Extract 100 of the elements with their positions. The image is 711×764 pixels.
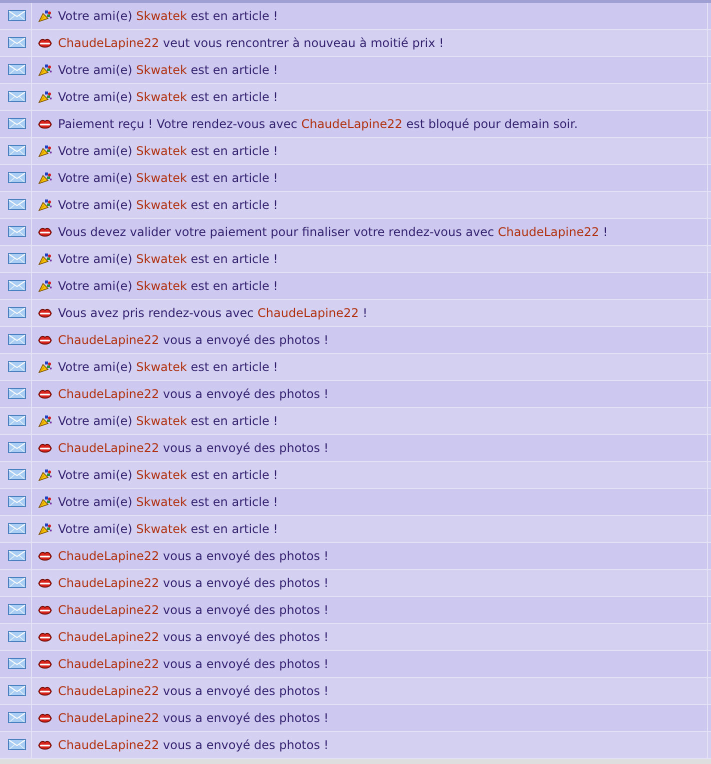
username-link[interactable]: ChaudeLapine22 <box>58 576 160 590</box>
envelope-icon <box>8 280 26 290</box>
envelope-icon <box>8 36 26 48</box>
envelope-icon <box>8 604 26 614</box>
lips-icon <box>38 334 52 346</box>
envelope-icon <box>8 118 26 128</box>
username-link[interactable]: Skwatek <box>136 90 187 104</box>
envelope-icon <box>8 252 26 264</box>
party-popper-icon <box>38 415 52 427</box>
notification-text: ChaudeLapine22 veut vous rencontrer à nouveau à moitié prix ! <box>58 36 444 50</box>
username-link[interactable]: ChaudeLapine22 <box>58 333 160 347</box>
notification-text: Votre ami(e) Skwatek est en article ! <box>58 468 278 482</box>
notification-text: Votre ami(e) Skwatek est en article ! <box>58 279 278 293</box>
username-link[interactable]: ChaudeLapine22 <box>58 711 160 725</box>
notification-text: Votre ami(e) Skwatek est en article ! <box>58 414 278 428</box>
lips-icon <box>38 226 52 238</box>
notification-text: ChaudeLapine22 vous a envoyé des photos ! <box>58 657 329 671</box>
lips-icon <box>38 658 52 670</box>
notification-text: Paiement reçu ! Votre rendez-vous avec ChaudeLapine22 est bloqué pour demain soir. <box>58 117 578 131</box>
party-popper-icon <box>38 199 52 211</box>
username-link[interactable]: Skwatek <box>136 279 187 293</box>
party-popper-icon <box>38 253 52 265</box>
notification-text: Votre ami(e) Skwatek est en article ! <box>58 522 278 536</box>
envelope-icon <box>8 334 26 344</box>
username-link[interactable]: ChaudeLapine22 <box>58 603 160 617</box>
envelope-icon <box>8 172 26 182</box>
username-link[interactable]: ChaudeLapine22 <box>58 684 160 698</box>
envelope-icon <box>8 414 26 426</box>
lips-icon <box>38 118 52 130</box>
party-popper-icon <box>38 280 52 292</box>
envelope-icon <box>8 144 26 156</box>
envelope-icon <box>8 496 26 506</box>
lips-icon <box>38 686 52 696</box>
username-link[interactable]: ChaudeLapine22 <box>58 441 160 455</box>
notification-text: ChaudeLapine22 vous a envoyé des photos ! <box>58 711 329 725</box>
username-link[interactable]: ChaudeLapine22 <box>258 306 359 320</box>
notification-text: ChaudeLapine22 vous a envoyé des photos ! <box>58 387 329 401</box>
envelope-icon <box>8 306 26 318</box>
envelope-icon <box>8 90 26 102</box>
envelope-icon <box>8 10 26 20</box>
envelope-icon <box>8 576 26 588</box>
notification-text: ChaudeLapine22 vous a envoyé des photos ! <box>58 684 329 698</box>
lips-icon <box>38 550 52 562</box>
party-popper-icon <box>38 496 52 508</box>
username-link[interactable]: Skwatek <box>136 144 187 158</box>
party-popper-icon <box>38 172 52 184</box>
username-link[interactable]: ChaudeLapine22 <box>58 36 160 50</box>
envelope-icon <box>8 388 26 398</box>
party-popper-icon <box>38 361 52 373</box>
notification-text: Votre ami(e) Skwatek est en article ! <box>58 90 278 104</box>
username-link[interactable]: Skwatek <box>136 495 187 509</box>
notification-text: ChaudeLapine22 vous a envoyé des photos ! <box>58 333 329 347</box>
envelope-icon <box>8 468 26 480</box>
username-link[interactable]: ChaudeLapine22 <box>58 387 160 401</box>
username-link[interactable]: Skwatek <box>136 171 187 185</box>
envelope-icon <box>8 630 26 642</box>
username-link[interactable]: Skwatek <box>136 63 187 77</box>
username-link[interactable]: Skwatek <box>136 360 187 374</box>
username-link[interactable]: Skwatek <box>136 252 187 266</box>
username-link[interactable]: ChaudeLapine22 <box>58 549 160 563</box>
username-link[interactable]: ChaudeLapine22 <box>58 738 160 752</box>
lips-icon <box>38 712 52 724</box>
notification-text: Votre ami(e) Skwatek est en article ! <box>58 9 278 23</box>
notification-text: Votre ami(e) Skwatek est en article ! <box>58 495 278 509</box>
lips-icon <box>38 604 52 616</box>
envelope-icon <box>8 658 26 668</box>
notification-text: Votre ami(e) Skwatek est en article ! <box>58 171 278 185</box>
envelope-icon <box>8 360 26 372</box>
username-link[interactable]: ChaudeLapine22 <box>498 225 600 239</box>
username-link[interactable]: ChaudeLapine22 <box>58 657 160 671</box>
lips-icon <box>38 38 52 48</box>
notification-text: ChaudeLapine22 vous a envoyé des photos ! <box>58 549 329 563</box>
notification-text: Votre ami(e) Skwatek est en article ! <box>58 252 278 266</box>
notification-text: Votre ami(e) Skwatek est en article ! <box>58 144 278 158</box>
notification-text: ChaudeLapine22 vous a envoyé des photos ! <box>58 576 329 590</box>
envelope-icon <box>8 684 26 696</box>
username-link[interactable]: Skwatek <box>136 198 187 212</box>
username-link[interactable]: ChaudeLapine22 <box>58 630 160 644</box>
notification-text: ChaudeLapine22 vous a envoyé des photos ! <box>58 603 329 617</box>
envelope-icon <box>8 738 26 750</box>
party-popper-icon <box>38 469 52 481</box>
party-popper-icon <box>38 64 52 76</box>
lips-icon <box>38 578 52 588</box>
username-link[interactable]: Skwatek <box>136 468 187 482</box>
username-link[interactable]: Skwatek <box>136 9 187 23</box>
envelope-icon <box>8 442 26 452</box>
notification-text: ChaudeLapine22 vous a envoyé des photos ! <box>58 738 329 752</box>
username-link[interactable]: Skwatek <box>136 414 187 428</box>
envelope-icon <box>8 226 26 236</box>
party-popper-icon <box>38 523 52 535</box>
party-popper-icon <box>38 10 52 22</box>
username-link[interactable]: ChaudeLapine22 <box>301 117 402 131</box>
lips-icon <box>38 442 52 454</box>
notification-text: Vous avez pris rendez-vous avec ChaudeLapine22 ! <box>58 306 368 320</box>
lips-icon <box>38 388 52 400</box>
username-link[interactable]: Skwatek <box>136 522 187 536</box>
party-popper-icon <box>38 91 52 103</box>
notification-text: Votre ami(e) Skwatek est en article ! <box>58 360 278 374</box>
envelope-icon <box>8 522 26 534</box>
party-popper-icon <box>38 145 52 157</box>
